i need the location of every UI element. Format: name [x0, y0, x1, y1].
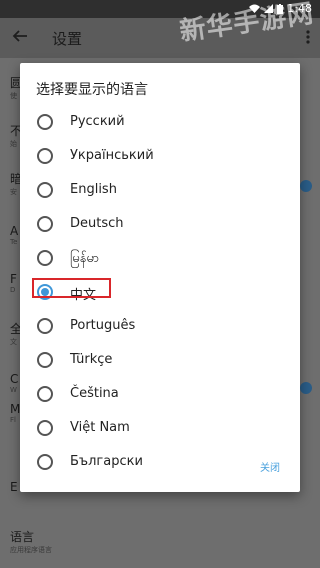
radio-button[interactable]	[37, 216, 53, 232]
language-option-label: Čeština	[70, 386, 119, 401]
radio-button[interactable]	[37, 114, 53, 130]
radio-button[interactable]	[37, 352, 53, 368]
language-option-label: Български	[70, 454, 143, 469]
language-option-label: မြန်မာ	[70, 251, 100, 266]
language-option[interactable]: Việt Nam	[32, 415, 288, 441]
settings-item-title: C	[10, 372, 19, 386]
language-option[interactable]: မြန်မာ	[32, 245, 288, 271]
language-option[interactable]: Português	[32, 313, 288, 339]
radio-button[interactable]	[37, 318, 53, 334]
language-option-label: Русский	[70, 114, 125, 129]
settings-item-title: E	[10, 480, 18, 494]
language-option[interactable]: Türkçe	[32, 347, 288, 373]
settings-item-subtitle: Fl	[10, 416, 16, 424]
language-option-label: Türkçe	[70, 352, 113, 367]
more-options-icon[interactable]	[306, 29, 310, 48]
back-arrow-icon[interactable]	[12, 28, 28, 48]
settings-item[interactable]: CW	[10, 372, 18, 394]
settings-item-subtitle: W	[10, 386, 17, 394]
language-option-label: English	[70, 182, 117, 197]
settings-item-title: A	[10, 224, 19, 238]
radio-button[interactable]	[37, 420, 53, 436]
settings-item-title: M	[10, 402, 21, 416]
language-option[interactable]: Український	[32, 143, 288, 169]
dialog-title: 选择要显示的语言	[36, 82, 148, 98]
radio-button[interactable]	[37, 386, 53, 402]
language-option[interactable]: Русский	[32, 109, 288, 135]
settings-item[interactable]: M Fl	[10, 402, 20, 424]
radio-button[interactable]	[37, 182, 53, 198]
page-title: 设置	[52, 30, 83, 48]
settings-item-title: F	[10, 272, 17, 286]
settings-item[interactable]: FD	[10, 272, 17, 294]
language-option-label: Deutsch	[70, 216, 124, 231]
radio-button[interactable]	[37, 454, 53, 470]
language-option-label: Việt Nam	[70, 420, 130, 435]
language-option[interactable]: Deutsch	[32, 211, 288, 237]
language-option-label: Português	[70, 318, 136, 333]
close-button[interactable]: 关闭	[260, 459, 280, 474]
radio-button[interactable]	[37, 250, 53, 266]
settings-item-subtitle: 应用程序语言	[10, 546, 52, 554]
language-dialog: 选择要显示的语言 Русский Український English Deu…	[20, 63, 300, 492]
settings-item-subtitle: D	[10, 286, 16, 294]
settings-toggle[interactable]	[300, 180, 312, 192]
settings-item-subtitle: Te	[10, 238, 18, 246]
settings-item[interactable]: A Te	[10, 224, 18, 246]
settings-item-language[interactable]: 语言 应用程序语言	[10, 528, 52, 555]
language-option-label: Український	[70, 148, 154, 163]
settings-item[interactable]: E	[10, 480, 18, 494]
settings-toggle[interactable]	[300, 382, 312, 394]
language-option[interactable]: Български	[32, 449, 288, 475]
radio-button[interactable]	[37, 148, 53, 164]
settings-item-title: 语言	[10, 530, 35, 544]
selection-highlight-box	[32, 278, 111, 298]
language-option[interactable]: Čeština	[32, 381, 288, 407]
language-option[interactable]: English	[32, 177, 288, 203]
